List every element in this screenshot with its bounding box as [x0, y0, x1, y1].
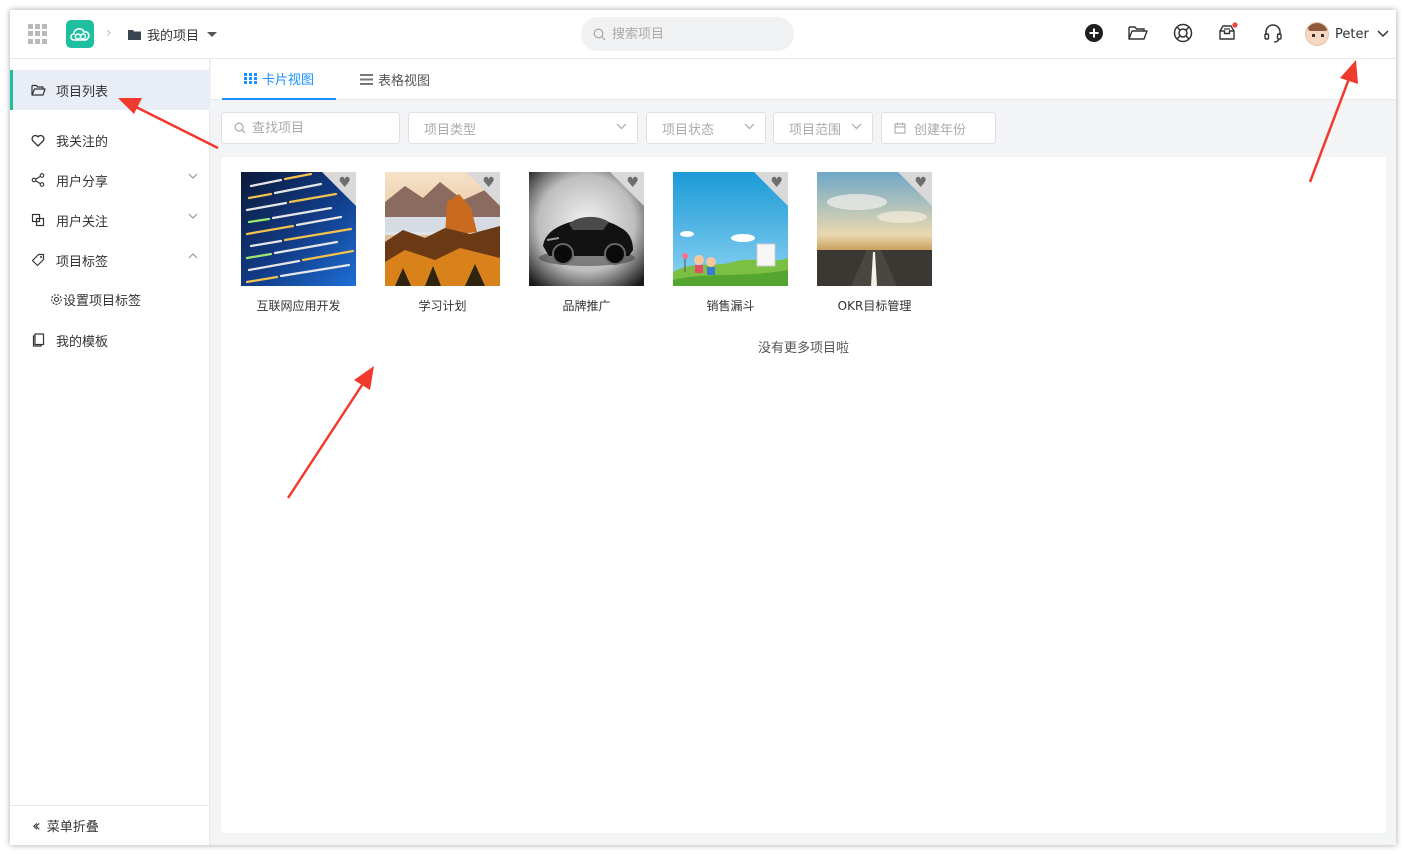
- top-header: › 我的项目 Peter: [10, 10, 1396, 59]
- lifebuoy-icon[interactable]: [1172, 22, 1194, 44]
- app-window: › 我的项目 Peter 项目列表 我关注的: [10, 10, 1396, 845]
- chevron-down-icon: [744, 123, 755, 130]
- sidebar-item-following[interactable]: 我关注的: [10, 120, 210, 160]
- project-thumbnail-cartoon-kids: ♥: [673, 172, 788, 286]
- project-scope-select[interactable]: 项目范围: [773, 112, 873, 144]
- favorite-heart-icon[interactable]: ♥: [914, 176, 927, 190]
- project-name: 销售漏斗: [706, 299, 755, 313]
- sidebar-subitem-label: 设置项目标签: [63, 294, 142, 309]
- chevron-down-icon: [188, 213, 198, 219]
- favorite-heart-icon[interactable]: ♥: [482, 176, 495, 190]
- app-logo[interactable]: [66, 20, 94, 48]
- empty-hint: 没有更多项目啦: [757, 341, 849, 356]
- sidebar-item-project-tags[interactable]: 项目标签: [10, 240, 210, 280]
- grid-icon: [243, 73, 257, 84]
- project-thumbnail-mountain-landscape: ♥: [385, 172, 500, 286]
- avatar: [1305, 22, 1329, 46]
- menu-collapse-button[interactable]: ‹‹ 菜单折叠: [10, 805, 210, 845]
- project-thumbnail-black-sports-car: ♥: [529, 172, 644, 286]
- menu-collapse-label: 菜单折叠: [46, 820, 99, 835]
- project-card[interactable]: ♥ 互联网应用开发: [241, 172, 356, 314]
- project-name: 品牌推广: [562, 299, 611, 313]
- double-chevron-left-icon: ‹‹: [32, 816, 41, 835]
- heart-outline-icon: [30, 132, 46, 148]
- sidebar-item-user-share[interactable]: 用户分享: [10, 160, 210, 200]
- project-search-input[interactable]: [252, 120, 392, 136]
- project-status-placeholder: 项目状态: [662, 122, 715, 138]
- created-year-picker[interactable]: 创建年份: [881, 112, 996, 144]
- project-menu-label: 我的项目: [147, 29, 200, 44]
- search-icon: [234, 122, 246, 134]
- tab-label: 卡片视图: [261, 73, 314, 88]
- sidebar-item-label: 我关注的: [56, 134, 109, 150]
- user-name: Peter: [1335, 26, 1369, 42]
- header-search-input[interactable]: [612, 26, 782, 42]
- chevron-down-icon: [851, 123, 862, 130]
- project-status-select[interactable]: 项目状态: [646, 112, 766, 144]
- list-icon: [360, 74, 373, 85]
- gear-icon: [51, 294, 62, 305]
- sidebar-item-project-list[interactable]: 项目列表: [10, 70, 210, 110]
- user-menu[interactable]: Peter: [1305, 22, 1389, 46]
- project-search-filter[interactable]: [221, 112, 400, 144]
- search-icon: [593, 28, 606, 40]
- tag-icon: [30, 252, 46, 268]
- project-type-select[interactable]: 项目类型: [408, 112, 638, 144]
- copy-icon: [30, 212, 46, 228]
- sidebar-item-label: 我的模板: [56, 334, 109, 350]
- sidebar-item-label: 项目列表: [56, 84, 109, 100]
- project-card[interactable]: ♥ 品牌推广: [529, 172, 644, 314]
- project-name: 互联网应用开发: [256, 299, 341, 313]
- project-name: 学习计划: [418, 299, 467, 313]
- chevron-down-icon: [1377, 30, 1389, 38]
- sidebar-item-label: 用户关注: [56, 214, 109, 230]
- project-thumbnail-open-road: ♥: [817, 172, 932, 286]
- sidebar-subitem-tag-settings[interactable]: 设置项目标签: [50, 290, 141, 309]
- header-search[interactable]: [581, 17, 794, 51]
- created-year-placeholder: 创建年份: [914, 122, 967, 138]
- project-scope-placeholder: 项目范围: [789, 122, 842, 138]
- folder-open-icon: [30, 82, 46, 98]
- tab-label: 表格视图: [378, 74, 431, 89]
- project-menu[interactable]: 我的项目: [128, 25, 218, 44]
- apps-grid-icon[interactable]: [28, 24, 48, 44]
- sidebar-item-label: 项目标签: [56, 254, 109, 270]
- sidebar: 项目列表 我关注的 用户分享 用户关注 项目标签 设置项目标签 我的模板 ‹‹ …: [10, 59, 210, 845]
- chevron-down-icon: [616, 123, 627, 130]
- favorite-heart-icon[interactable]: ♥: [338, 176, 351, 190]
- breadcrumb-chevron-icon: ›: [106, 25, 112, 41]
- project-card-area: ♥ 互联网应用开发 ♥ 学习计划 ♥ 品牌推广 ♥ 销售漏斗 ♥ OKR目标管理…: [221, 157, 1386, 833]
- folder-icon: [128, 30, 141, 40]
- favorite-heart-icon[interactable]: ♥: [626, 176, 639, 190]
- view-tabs: 卡片视图 表格视图: [211, 59, 1396, 100]
- calendar-icon: [894, 122, 906, 134]
- favorite-heart-icon[interactable]: ♥: [770, 176, 783, 190]
- caret-down-icon: [207, 32, 218, 37]
- add-circle-icon[interactable]: [1083, 22, 1105, 44]
- sidebar-item-user-follow[interactable]: 用户关注: [10, 200, 210, 240]
- sidebar-item-label: 用户分享: [56, 174, 109, 190]
- tab-table-view[interactable]: 表格视图: [360, 59, 430, 100]
- project-card[interactable]: ♥ OKR目标管理: [817, 172, 932, 314]
- chevron-down-icon: [188, 173, 198, 179]
- chevron-up-icon: [188, 253, 198, 259]
- sidebar-item-my-templates[interactable]: 我的模板: [10, 320, 210, 360]
- project-card[interactable]: ♥ 销售漏斗: [673, 172, 788, 314]
- inbox-icon[interactable]: [1217, 22, 1239, 44]
- project-name: OKR目标管理: [837, 299, 912, 313]
- headset-icon[interactable]: [1262, 22, 1284, 44]
- project-card[interactable]: ♥ 学习计划: [385, 172, 500, 314]
- tab-card-view[interactable]: 卡片视图: [222, 59, 336, 100]
- project-type-placeholder: 项目类型: [424, 122, 477, 138]
- template-icon: [30, 332, 46, 348]
- folder-open-icon[interactable]: [1127, 22, 1149, 44]
- project-thumbnail-code-screen: ♥: [241, 172, 356, 286]
- share-icon: [30, 172, 46, 188]
